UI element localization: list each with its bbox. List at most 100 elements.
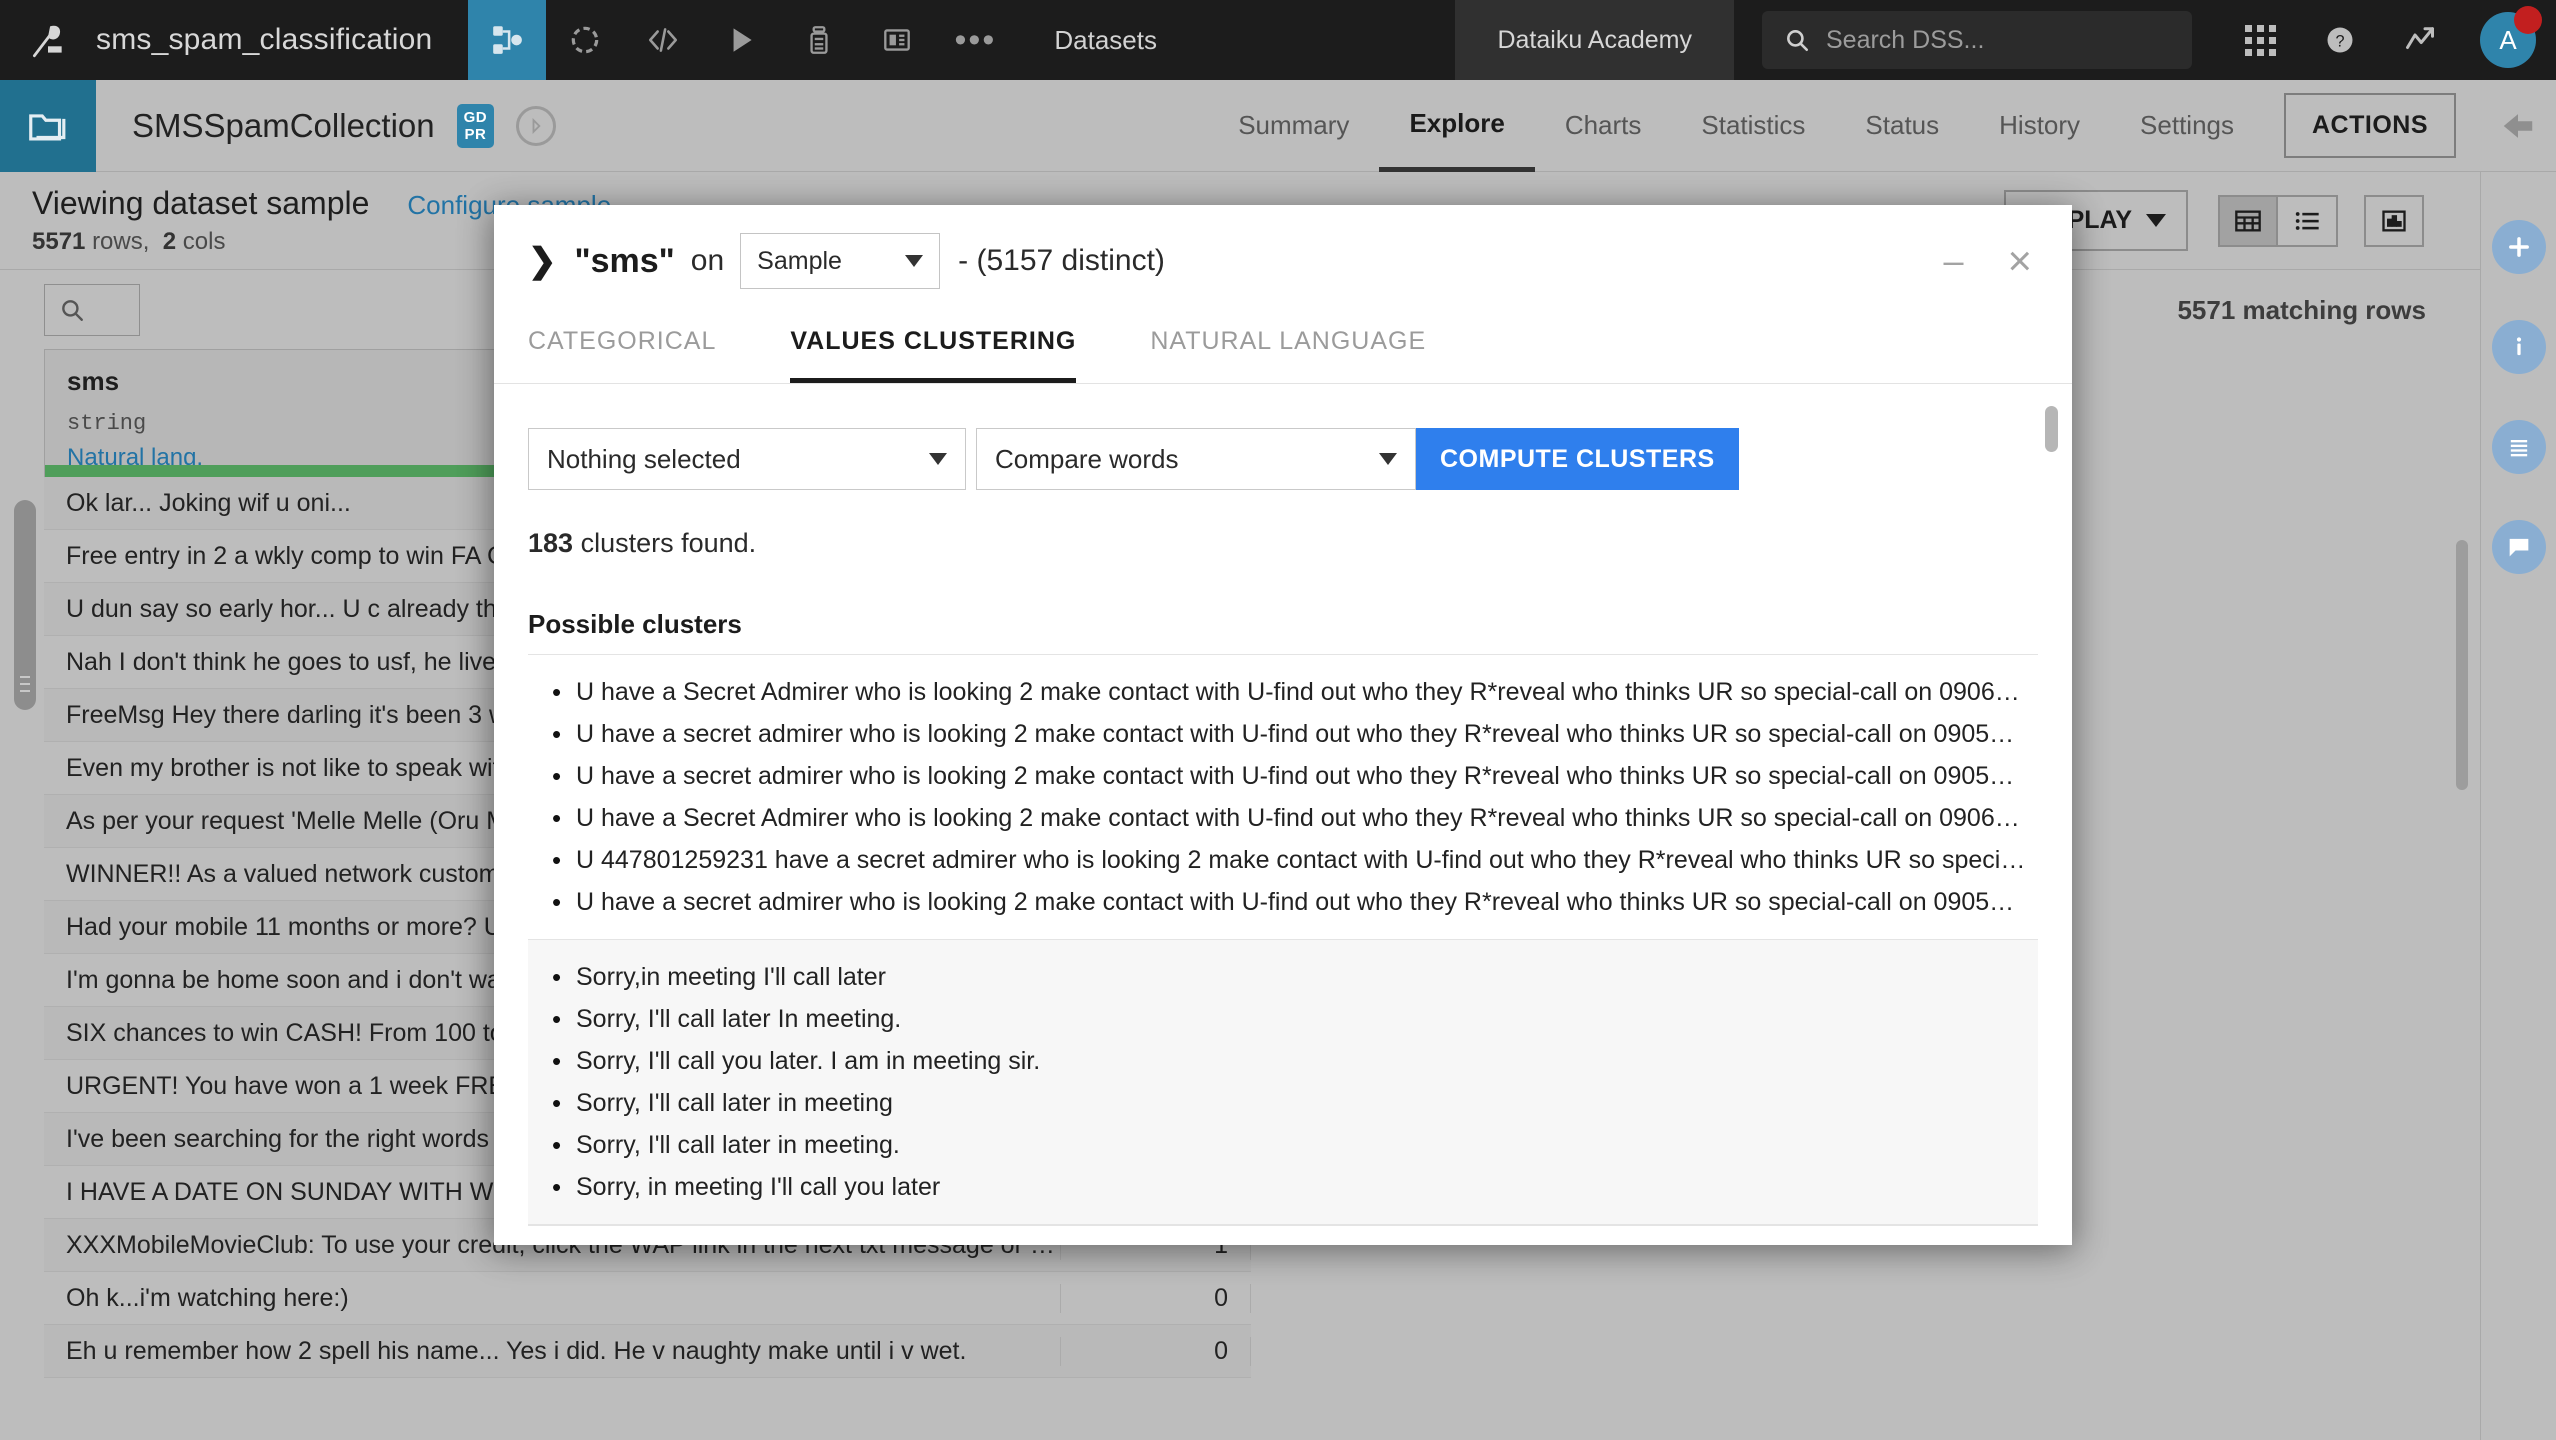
global-search-box[interactable] bbox=[1762, 11, 2192, 69]
tab-summary[interactable]: Summary bbox=[1208, 80, 1379, 172]
nav-item-datasets[interactable]: Datasets bbox=[1014, 25, 1197, 56]
chart-view-icon[interactable] bbox=[2364, 195, 2424, 247]
bullet-icon: • bbox=[552, 1124, 576, 1166]
sample-scope-select[interactable]: Sample bbox=[740, 233, 940, 289]
list-item[interactable]: • Sorry, I'll call later in meeting bbox=[528, 1082, 2038, 1124]
sensitivity-shield-icon[interactable] bbox=[516, 106, 556, 146]
list-item[interactable]: • Sorry, I'll call you later. I am in me… bbox=[528, 1040, 2038, 1082]
cluster-value: U have a Secret Admirer who is looking 2… bbox=[576, 671, 2028, 713]
project-name[interactable]: sms_spam_classification bbox=[96, 23, 468, 57]
columns-select-value: Nothing selected bbox=[547, 444, 741, 475]
gdpr-badge[interactable]: GD PR bbox=[457, 104, 495, 148]
details-list-icon[interactable] bbox=[2492, 420, 2546, 474]
chevron-down-icon bbox=[2146, 214, 2166, 227]
cluster-group[interactable]: • U have a Secret Admirer who is looking… bbox=[528, 1225, 2038, 1245]
list-item[interactable]: • U have a secret admirer who is looking… bbox=[528, 881, 2038, 923]
more-options-icon[interactable]: ••• bbox=[936, 0, 1014, 80]
list-item[interactable]: • U have a secret admirer who is looking… bbox=[528, 713, 2038, 755]
close-icon[interactable]: × bbox=[2007, 246, 2032, 276]
dataset-folder-icon[interactable] bbox=[0, 80, 96, 172]
list-item[interactable]: • U have a Secret Admirer who is looking… bbox=[528, 1242, 2038, 1245]
bullet-icon: • bbox=[552, 839, 576, 881]
cluster-value: U have a secret admirer who is looking 2… bbox=[576, 755, 2028, 797]
dataiku-academy-link[interactable]: Dataiku Academy bbox=[1455, 0, 1734, 80]
more-dots-glyph: ••• bbox=[955, 35, 997, 45]
cluster-value: Sorry, in meeting I'll call you later bbox=[576, 1166, 940, 1208]
tab-values-clustering[interactable]: VALUES CLUSTERING bbox=[790, 317, 1076, 383]
tab-statistics[interactable]: Statistics bbox=[1671, 80, 1835, 172]
arrow-left-icon[interactable] bbox=[2480, 107, 2556, 145]
dataiku-bird-logo[interactable] bbox=[0, 0, 96, 80]
matching-rows-count: 5571 matching rows bbox=[2177, 271, 2426, 349]
cluster-group[interactable]: • U have a Secret Admirer who is looking… bbox=[528, 654, 2038, 939]
code-icon[interactable] bbox=[624, 0, 702, 80]
svg-text:?: ? bbox=[2335, 32, 2344, 50]
list-item[interactable]: • U have a Secret Admirer who is looking… bbox=[528, 671, 2038, 713]
list-item[interactable]: • U have a secret admirer who is looking… bbox=[528, 755, 2038, 797]
dashboards-icon[interactable] bbox=[858, 0, 936, 80]
help-question-icon[interactable]: ? bbox=[2300, 0, 2380, 80]
table-row[interactable]: Eh u remember how 2 spell his name... Ye… bbox=[44, 1325, 1251, 1378]
avatar[interactable]: A bbox=[2460, 0, 2556, 80]
list-item[interactable]: • Sorry, I'll call later In meeting. bbox=[528, 998, 2038, 1040]
bullet-icon: • bbox=[552, 1166, 576, 1208]
gdpr-line1: GD bbox=[464, 109, 488, 126]
list-item[interactable]: • Sorry, in meeting I'll call you later bbox=[528, 1166, 2038, 1208]
actions-button[interactable]: ACTIONS bbox=[2284, 93, 2456, 158]
lab-icon[interactable] bbox=[546, 0, 624, 80]
clusters-found-suffix: clusters found. bbox=[573, 528, 756, 558]
clusters-found-text: 183 clusters found. bbox=[528, 528, 2038, 559]
discussions-chat-icon[interactable] bbox=[2492, 520, 2546, 574]
cols-label: cols bbox=[183, 228, 226, 255]
minimize-icon[interactable]: – bbox=[1943, 256, 1963, 266]
modal-header: ❯ "sms" on Sample - (5157 distinct) – × bbox=[494, 205, 2072, 317]
trend-up-icon[interactable] bbox=[2380, 0, 2460, 80]
method-select[interactable]: Compare words bbox=[976, 428, 1416, 490]
cluster-group[interactable]: • Sorry,in meeting I'll call later • Sor… bbox=[528, 939, 2038, 1225]
cell-label: 0 bbox=[1061, 1337, 1251, 1366]
flow-icon[interactable] bbox=[468, 0, 546, 80]
cluster-value: U have a secret admirer who is looking 2… bbox=[576, 713, 2028, 755]
notification-badge[interactable] bbox=[2514, 6, 2542, 34]
tab-charts[interactable]: Charts bbox=[1535, 80, 1672, 172]
info-icon[interactable] bbox=[2492, 320, 2546, 374]
cols-count: 2 bbox=[163, 228, 176, 255]
bullet-icon: • bbox=[552, 881, 576, 923]
tab-status[interactable]: Status bbox=[1835, 80, 1969, 172]
clustering-controls: Nothing selected Compare words COMPUTE C… bbox=[528, 428, 2038, 490]
jobs-play-icon[interactable] bbox=[702, 0, 780, 80]
vertical-scrollbar-handle[interactable] bbox=[2456, 540, 2468, 790]
list-item[interactable]: • U 447801259231 have a secret admirer w… bbox=[528, 839, 2038, 881]
column-search-input[interactable] bbox=[44, 284, 140, 336]
modal-on-label: on bbox=[691, 244, 724, 278]
cluster-value: Sorry,in meeting I'll call later bbox=[576, 956, 886, 998]
tab-explore[interactable]: Explore bbox=[1379, 80, 1534, 172]
columns-select[interactable]: Nothing selected bbox=[528, 428, 966, 490]
modal-scrollbar-handle[interactable] bbox=[2045, 406, 2058, 452]
table-grid-icon[interactable] bbox=[2218, 195, 2278, 247]
table-row[interactable]: Oh k...i'm watching here:) 0 bbox=[44, 1272, 1251, 1325]
list-item[interactable]: • U have a Secret Admirer who is looking… bbox=[528, 797, 2038, 839]
tab-settings[interactable]: Settings bbox=[2110, 80, 2264, 172]
automation-icon[interactable] bbox=[780, 0, 858, 80]
possible-clusters-label: Possible clusters bbox=[528, 609, 2038, 640]
tab-natural-language[interactable]: NATURAL LANGUAGE bbox=[1150, 317, 1426, 383]
tab-categorical[interactable]: CATEGORICAL bbox=[528, 317, 716, 383]
list-view-icon[interactable] bbox=[2278, 195, 2338, 247]
scrollbar-grip bbox=[20, 676, 30, 702]
cluster-value: Sorry, I'll call later in meeting. bbox=[576, 1124, 900, 1166]
cluster-value: U have a secret admirer who is looking 2… bbox=[576, 881, 2028, 923]
modal-body: Nothing selected Compare words COMPUTE C… bbox=[494, 384, 2072, 1200]
list-item[interactable]: • Sorry, I'll call later in meeting. bbox=[528, 1124, 2038, 1166]
apps-grid-icon[interactable] bbox=[2220, 0, 2300, 80]
gdpr-line2: PR bbox=[464, 126, 488, 143]
horizontal-scrollbar-handle[interactable] bbox=[14, 500, 36, 710]
list-item[interactable]: • Sorry,in meeting I'll call later bbox=[528, 956, 2038, 998]
tab-history[interactable]: History bbox=[1969, 80, 2110, 172]
compute-clusters-button[interactable]: COMPUTE CLUSTERS bbox=[1416, 428, 1739, 490]
search-icon bbox=[59, 297, 85, 323]
chevron-right-icon[interactable]: ❯ bbox=[528, 241, 557, 281]
search-input[interactable] bbox=[1826, 26, 2170, 55]
add-icon[interactable] bbox=[2492, 220, 2546, 274]
sample-scope-value: Sample bbox=[757, 247, 842, 276]
